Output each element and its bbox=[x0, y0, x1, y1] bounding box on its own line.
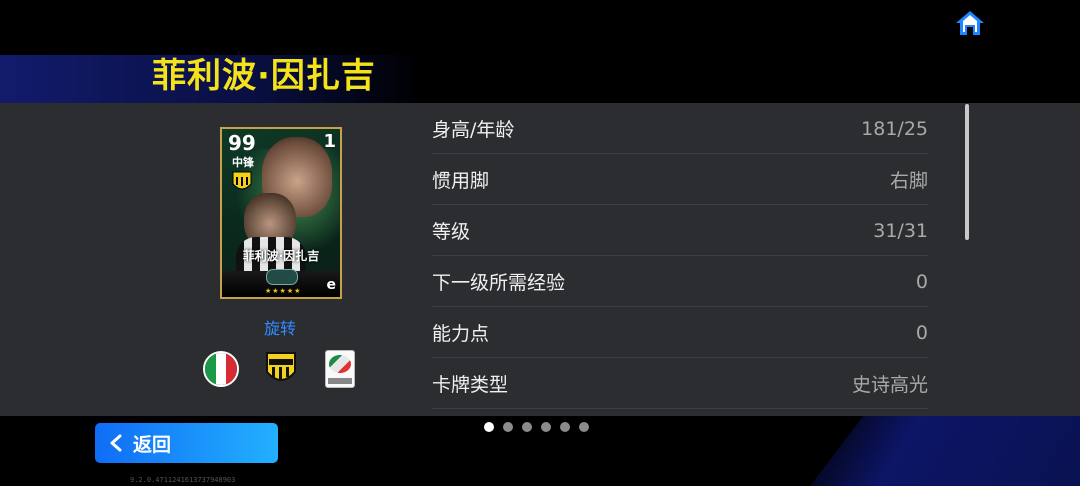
card-position: 中锋 bbox=[232, 156, 254, 169]
page-dot[interactable] bbox=[503, 422, 513, 432]
card-brand-logo: e bbox=[326, 277, 337, 293]
club-crest-icon bbox=[266, 352, 296, 381]
club-crest-small-icon bbox=[232, 171, 252, 190]
chevron-left-icon bbox=[110, 434, 122, 452]
page-dot[interactable] bbox=[560, 422, 570, 432]
page-dot[interactable] bbox=[541, 422, 551, 432]
footer-stripe bbox=[810, 415, 1080, 486]
page-dot[interactable] bbox=[484, 422, 494, 432]
stat-value: 0 bbox=[915, 270, 928, 293]
stat-value: 右脚 bbox=[889, 170, 928, 192]
card-stars: ★★★★★ bbox=[265, 287, 302, 295]
skill-badge bbox=[266, 269, 298, 285]
stat-row-level: 等级 31/31 bbox=[432, 206, 928, 256]
stat-row-card-type: 卡牌类型 史诗高光 bbox=[432, 359, 928, 409]
stat-row-points: 能力点 0 bbox=[432, 308, 928, 358]
stat-value: 181/25 bbox=[861, 117, 928, 140]
stat-value: 0 bbox=[915, 321, 928, 344]
player-card[interactable]: 99 中锋 1 菲利波·因扎吉 ★★★★★ e bbox=[220, 127, 342, 299]
stat-row-height-age: 身高/年龄 181/25 bbox=[432, 104, 928, 154]
stat-row-next-exp: 下一级所需经验 0 bbox=[432, 257, 928, 307]
italy-flag-icon bbox=[203, 351, 239, 387]
stats-scrollbar[interactable] bbox=[965, 104, 969, 240]
card-number: 1 bbox=[323, 131, 336, 152]
stat-label: 卡牌类型 bbox=[432, 374, 509, 396]
card-player-name: 菲利波·因扎吉 bbox=[242, 249, 320, 263]
player-stats: 身高/年龄 181/25 惯用脚 右脚 等级 31/31 下一级所需经验 0 能… bbox=[432, 103, 928, 409]
home-icon bbox=[956, 11, 984, 35]
page-title: 菲利波·因扎吉 bbox=[152, 56, 376, 96]
page-dot[interactable] bbox=[522, 422, 532, 432]
rotate-link[interactable]: 旋转 bbox=[264, 315, 296, 339]
card-rating: 99 bbox=[228, 131, 256, 155]
home-button[interactable] bbox=[954, 7, 986, 39]
league-logo-icon bbox=[325, 350, 355, 388]
stat-label: 惯用脚 bbox=[432, 170, 490, 192]
stat-row-foot: 惯用脚 右脚 bbox=[432, 155, 928, 205]
stat-label: 等级 bbox=[432, 221, 471, 243]
stat-value: 31/31 bbox=[873, 219, 928, 242]
stat-label: 下一级所需经验 bbox=[432, 272, 566, 294]
stat-value: 史诗高光 bbox=[851, 374, 928, 396]
back-button-label: 返回 bbox=[133, 433, 172, 456]
stat-label: 身高/年龄 bbox=[432, 119, 515, 141]
page-indicator bbox=[484, 422, 589, 432]
stat-label: 能力点 bbox=[432, 323, 490, 345]
version-text: 9.2.0.4711241613737948903 bbox=[130, 476, 236, 484]
page-dot[interactable] bbox=[579, 422, 589, 432]
back-button[interactable]: 返回 bbox=[95, 423, 278, 463]
